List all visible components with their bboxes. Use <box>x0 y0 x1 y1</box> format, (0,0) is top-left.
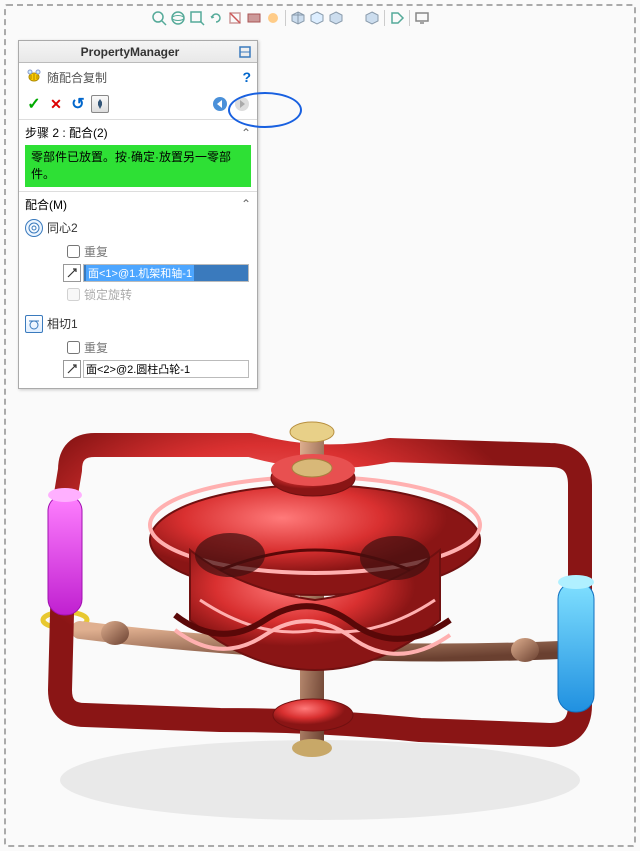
panel-header: PropertyManager <box>19 41 257 63</box>
panel-tack-icon[interactable] <box>237 44 253 60</box>
action-buttons-row: ✓ ✕ ↺ <box>19 91 257 117</box>
tb-display-icon[interactable] <box>245 9 263 27</box>
cancel-button[interactable]: ✕ <box>47 95 65 113</box>
tb-zoom-area-icon[interactable] <box>188 9 206 27</box>
tb-rotate-icon[interactable] <box>207 9 225 27</box>
mate-concentric-row: 同心2 <box>19 215 257 241</box>
tb-section-icon[interactable] <box>226 9 244 27</box>
status-message: 零部件已放置。按·确定·放置另一零部件。 <box>25 145 251 187</box>
command-name: 随配合复制 <box>47 69 107 86</box>
concentric-icon <box>25 219 43 237</box>
lock-rotation-checkbox <box>67 288 80 301</box>
collapse-chevron-icon[interactable]: ⌃ <box>241 197 251 211</box>
mates-header-label: 配合(M) <box>25 196 241 213</box>
step-header[interactable]: 步骤 2 : 配合(2) ⌃ <box>19 119 257 143</box>
flip-direction-button[interactable] <box>63 264 81 282</box>
tb-cube1-icon[interactable] <box>289 9 307 27</box>
tb-globe-icon[interactable] <box>169 9 187 27</box>
tb-cube3-icon[interactable] <box>327 9 345 27</box>
repeat-checkbox-row[interactable]: 重复 <box>19 241 257 262</box>
mates-header[interactable]: 配合(M) ⌃ <box>19 191 257 215</box>
view-toolbar <box>0 0 640 34</box>
panel-title: PropertyManager <box>23 45 237 59</box>
selection-row: 面<1>@1.机架和轴-1 <box>19 262 257 284</box>
collapse-chevron-icon[interactable]: ⌃ <box>241 126 251 140</box>
back-button[interactable] <box>211 95 229 113</box>
repeat-label: 重复 <box>84 243 108 260</box>
tb-magnify-plus-icon[interactable] <box>150 9 168 27</box>
forward-button[interactable] <box>233 95 251 113</box>
3d-model-view[interactable] <box>20 300 620 830</box>
undo-button[interactable]: ↺ <box>69 95 87 113</box>
pin-button[interactable] <box>91 95 109 113</box>
mate-label: 同心2 <box>47 219 78 236</box>
tb-scene-icon[interactable] <box>264 9 282 27</box>
panel-subheader: 随配合复制 ? <box>19 63 257 91</box>
tb-tag-icon[interactable] <box>388 9 406 27</box>
tb-cube2-icon[interactable] <box>308 9 326 27</box>
help-icon[interactable]: ? <box>242 69 251 85</box>
bee-icon <box>25 67 43 88</box>
tb-cube4-icon[interactable] <box>363 9 381 27</box>
repeat-checkbox[interactable] <box>67 245 80 258</box>
tb-screen-icon[interactable] <box>413 9 431 27</box>
ok-button[interactable]: ✓ <box>25 95 43 113</box>
step-label: 步骤 2 : 配合(2) <box>25 124 241 141</box>
selection-field[interactable]: 面<1>@1.机架和轴-1 <box>83 264 249 282</box>
